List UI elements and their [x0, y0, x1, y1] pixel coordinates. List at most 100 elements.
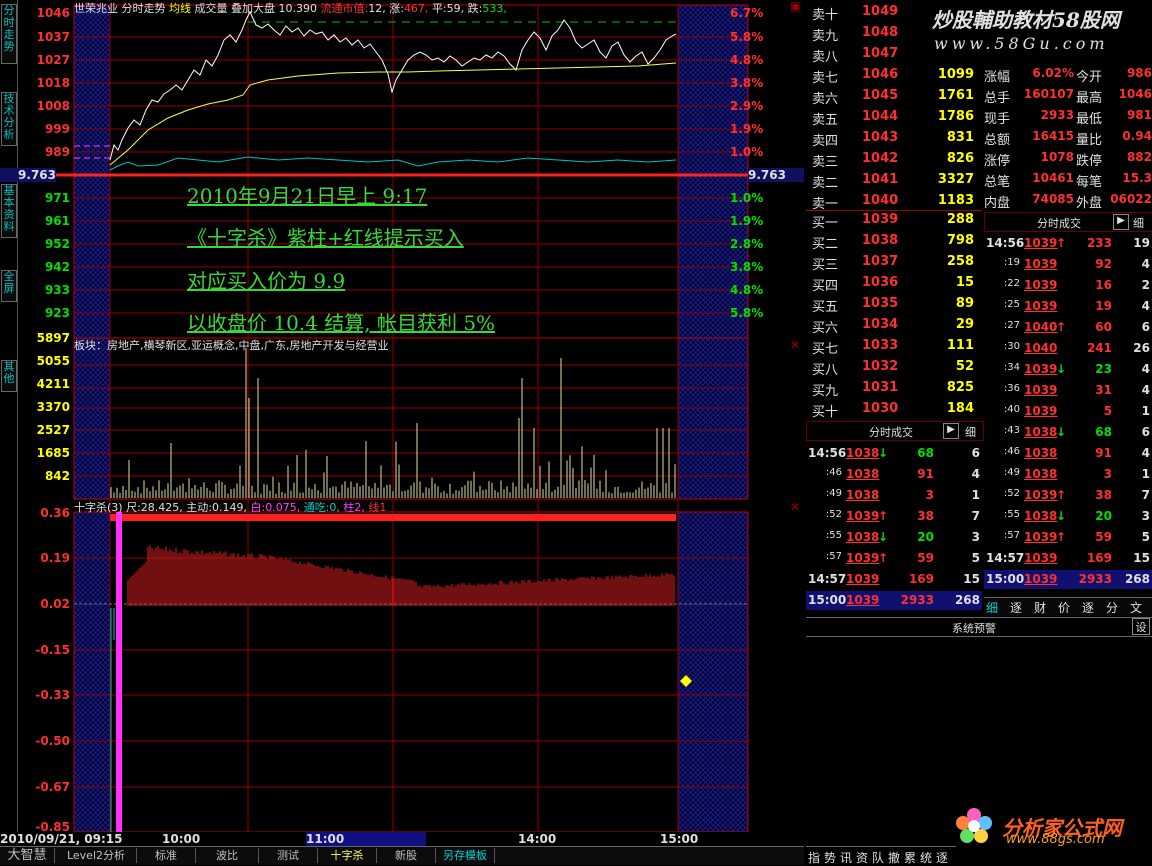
bid-price[interactable]: 1030 [862, 401, 898, 421]
tick-price[interactable]: 1039 [846, 509, 879, 523]
play-icon[interactable]: ▶ [1113, 214, 1129, 230]
bid-price[interactable]: 1035 [862, 296, 898, 316]
tick-price[interactable]: 1038 [1024, 425, 1057, 439]
tick-price[interactable]: 1038 [846, 467, 879, 481]
tick-count: 4 [971, 467, 980, 481]
tab-intraday[interactable]: 分时走势 [1, 4, 17, 64]
bid-price[interactable]: 1037 [862, 254, 898, 274]
tick-count: 6 [971, 446, 980, 460]
annotation-line: 2010年9月21日早上 9:17 [187, 184, 428, 208]
side-tab[interactable]: 逐 [936, 849, 948, 866]
tab-test[interactable]: 测试 [259, 848, 318, 863]
tick-price[interactable]: 1038 [1024, 446, 1057, 460]
tick-price[interactable]: 1039 [1024, 257, 1057, 271]
side-tab[interactable]: 累 [904, 849, 916, 866]
indicator-name[interactable]: 十字杀(3) [74, 501, 123, 514]
time-tick-cursor: 11:00 [306, 832, 426, 846]
tab-save-template[interactable]: 另存模板 [436, 848, 495, 863]
func-tab[interactable]: 逐 [1010, 599, 1022, 616]
side-tab[interactable]: 统 [920, 849, 932, 866]
side-tab[interactable]: 队 [872, 849, 884, 866]
tick-price[interactable]: 1039 [1024, 530, 1057, 544]
volume-tick: 5897 [36, 331, 70, 345]
ask-price[interactable]: 1045 [862, 88, 898, 108]
tick-price[interactable]: 1039 [1024, 572, 1057, 586]
bid-price[interactable]: 1039 [862, 212, 898, 232]
tick-price[interactable]: 1040 [1024, 341, 1057, 355]
svg-text:▣: ▣ [790, 0, 801, 13]
bid-price[interactable]: 1032 [862, 359, 898, 379]
bid-price[interactable]: 1034 [862, 317, 898, 337]
ask-price[interactable]: 1041 [862, 172, 898, 192]
tab-level2[interactable]: Level2分析 [56, 848, 137, 863]
tab-fundamentals[interactable]: 基本资料 [1, 184, 17, 238]
side-tab[interactable]: 撤 [888, 849, 900, 866]
tick-price[interactable]: 1039 [1024, 551, 1057, 565]
tick-price[interactable]: 1038 [1024, 509, 1057, 523]
ask-price[interactable]: 1046 [862, 67, 898, 87]
ask-price[interactable]: 1049 [862, 4, 898, 24]
bid-price[interactable]: 1036 [862, 275, 898, 295]
tick-price[interactable]: 1039 [846, 572, 879, 586]
tick-price[interactable]: 1039 [1024, 299, 1057, 313]
tick-volume: 3 [1103, 467, 1112, 481]
func-tab[interactable]: 文 [1130, 599, 1142, 616]
indicator-tick: 0.36 [40, 506, 70, 520]
side-tab[interactable]: 势 [824, 849, 836, 866]
tick-time: :40 [1003, 404, 1020, 415]
tab-bobi[interactable]: 波比 [196, 848, 259, 863]
tick-count: 7 [971, 509, 980, 523]
func-tab[interactable]: 逐 [1082, 599, 1094, 616]
stat-value: 0.94 [1122, 129, 1152, 143]
ask-price[interactable]: 1048 [862, 25, 898, 45]
bid-label: 买二 [812, 237, 839, 252]
tab-shizisha[interactable]: 十字杀 [318, 848, 377, 863]
tick-price[interactable]: 1039 [1024, 362, 1057, 376]
tick-price[interactable]: 1039 [1024, 488, 1057, 502]
stat-label: 跌停 [1076, 154, 1103, 169]
tick-count: 3 [971, 530, 980, 544]
tick-price[interactable]: 1039 [1024, 236, 1057, 250]
func-tab[interactable]: 分 [1106, 599, 1118, 616]
tick-price[interactable]: 1039 [1024, 278, 1057, 292]
tick-volume: 59 [917, 551, 934, 565]
bid-volume: 111 [946, 338, 974, 353]
tick-price[interactable]: 1040 [1024, 320, 1057, 334]
bid-price[interactable]: 1033 [862, 338, 898, 358]
tick-price[interactable]: 1038 [846, 488, 879, 502]
tab-technical[interactable]: 技术分析 [1, 92, 17, 146]
detail-button[interactable]: 细 [965, 424, 976, 440]
tick-price[interactable]: 1039 [1024, 383, 1057, 397]
bid-price[interactable]: 1038 [862, 233, 898, 253]
cap-value: 12, [368, 2, 386, 15]
indicator-tick: -0.33 [35, 688, 70, 702]
tick-price[interactable]: 1038 [846, 530, 879, 544]
ask-price[interactable]: 1044 [862, 109, 898, 129]
ask-price[interactable]: 1042 [862, 151, 898, 171]
ask-price[interactable]: 1043 [862, 130, 898, 150]
func-tab[interactable]: 价 [1058, 599, 1070, 616]
side-tab[interactable]: 指 [808, 849, 820, 866]
detail-button[interactable]: 细 [1133, 215, 1144, 231]
side-tab[interactable]: 资 [856, 849, 868, 866]
tick-price[interactable]: 1039 [1024, 404, 1057, 418]
func-tab[interactable]: 财 [1034, 599, 1046, 616]
settings-button[interactable]: 设 [1132, 618, 1150, 635]
tab-fullscreen[interactable]: 全屏 [1, 270, 17, 302]
ask-price[interactable]: 1047 [862, 46, 898, 66]
tab-newstock[interactable]: 新股 [377, 848, 436, 863]
price-tick: 942 [44, 260, 70, 274]
indicator-value: 主动:0.149, [186, 501, 247, 514]
tick-price[interactable]: 1039 [846, 593, 879, 607]
side-tab[interactable]: 讯 [840, 849, 852, 866]
tick-price[interactable]: 1038 [846, 446, 879, 460]
bid-volume: 89 [955, 296, 974, 311]
tab-standard[interactable]: 标准 [137, 848, 196, 863]
stat-label: 最低 [1076, 112, 1103, 127]
tick-price[interactable]: 1038 [1024, 467, 1057, 481]
bid-price[interactable]: 1031 [862, 380, 898, 400]
func-tab[interactable]: 细 [986, 599, 998, 616]
tick-price[interactable]: 1039 [846, 551, 879, 565]
play-icon[interactable]: ▶ [943, 423, 959, 439]
tab-other[interactable]: 其他 [1, 360, 17, 392]
